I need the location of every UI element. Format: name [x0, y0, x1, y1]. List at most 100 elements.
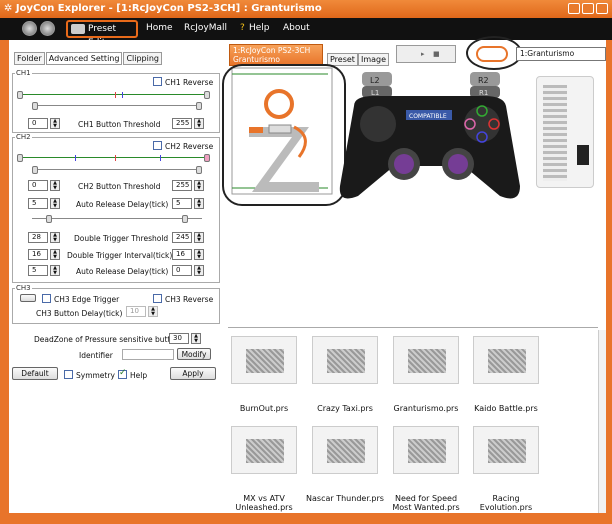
- right-frame: [606, 40, 612, 524]
- ch2-auto-release2-high-input[interactable]: 0: [172, 265, 192, 276]
- menu-about[interactable]: About: [283, 23, 310, 33]
- close-button[interactable]: [596, 3, 608, 14]
- preset-thumbnail[interactable]: [312, 426, 378, 474]
- modify-button[interactable]: Modify: [177, 348, 211, 360]
- preset-label[interactable]: BurnOut.prs: [224, 404, 304, 413]
- ch2-auto-release2-high-spin[interactable]: ▲ ▼: [194, 265, 204, 276]
- preset-image: [246, 349, 284, 373]
- menu-home[interactable]: Home: [146, 23, 173, 33]
- ch3-edge-checkbox[interactable]: [42, 294, 51, 303]
- ch2-knob-right[interactable]: [204, 154, 210, 162]
- ch2-double-trigger-knob-high[interactable]: [182, 215, 188, 223]
- preset-thumbnail[interactable]: [231, 426, 297, 474]
- ch2-reverse-checkbox[interactable]: [153, 141, 162, 150]
- preset-label[interactable]: Need for Speed Most Wanted.prs: [386, 494, 466, 512]
- default-button[interactable]: Default: [12, 367, 58, 380]
- preset-label[interactable]: Nascar Thunder.prs: [305, 494, 385, 503]
- ch2-auto-release-low-input[interactable]: 5: [28, 198, 48, 209]
- deadzone-spin[interactable]: ▲ ▼: [191, 333, 201, 344]
- maximize-button[interactable]: [582, 3, 594, 14]
- ch2-auto-release2-low-input[interactable]: 5: [28, 265, 48, 276]
- ch2-threshold-low-input[interactable]: 0: [28, 180, 48, 191]
- help-checkbox[interactable]: [118, 368, 127, 379]
- ch1-threshold-high-spin[interactable]: ▲ ▼: [194, 118, 204, 129]
- ch3-delay-spin[interactable]: ▲ ▼: [148, 306, 158, 317]
- ch2-interval-high-spin[interactable]: ▲ ▼: [194, 249, 204, 260]
- menu-rcjoymall[interactable]: RcJoyMall: [184, 23, 227, 33]
- preset-thumbnail[interactable]: [473, 336, 539, 384]
- apply-button[interactable]: Apply: [170, 367, 216, 380]
- ch2-auto-release-low-spin[interactable]: ▲ ▼: [50, 198, 60, 209]
- menu-help[interactable]: Help: [249, 23, 270, 33]
- ch1-threshold-high-input[interactable]: 255: [172, 118, 192, 129]
- preset-label[interactable]: Kaido Battle.prs: [466, 404, 546, 413]
- preset-combo[interactable]: 1:Granturismo: [516, 47, 606, 61]
- ch2-threshold-knob-high[interactable]: [196, 166, 202, 174]
- ch2-auto-release-high-spin[interactable]: ▲ ▼: [194, 198, 204, 209]
- receiver-board-image: [536, 76, 594, 188]
- tab-advanced-setting[interactable]: Advanced Setting: [45, 52, 123, 65]
- ch2-double-trigger-knob-low[interactable]: [46, 215, 52, 223]
- preset-image: [327, 349, 365, 373]
- play-icon[interactable]: ▸: [421, 50, 425, 58]
- stop-icon[interactable]: ■: [433, 50, 440, 58]
- tab-clipping[interactable]: Clipping: [123, 52, 162, 65]
- ch2-double-trigger-slider[interactable]: [32, 215, 202, 223]
- tab-image[interactable]: Image: [358, 53, 390, 66]
- back-icon[interactable]: [22, 21, 37, 36]
- ch1-range-slider[interactable]: [17, 91, 210, 99]
- ch3-delay-input[interactable]: 10: [126, 306, 146, 317]
- ch2-range-slider[interactable]: [17, 154, 210, 162]
- ch1-threshold-low-input[interactable]: 0: [28, 118, 48, 129]
- minimize-button[interactable]: [568, 3, 580, 14]
- preset-thumbnail[interactable]: [231, 336, 297, 384]
- preset-label[interactable]: Crazy Taxi.prs: [305, 404, 385, 413]
- ch2-knob-left[interactable]: [17, 154, 23, 162]
- symmetry-checkbox[interactable]: [64, 370, 73, 379]
- ch3-reverse-checkbox[interactable]: [153, 294, 162, 303]
- ch2-threshold-high-spin[interactable]: ▲ ▼: [194, 180, 204, 191]
- ch3-delay-label: CH3 Button Delay(tick): [36, 309, 123, 318]
- gallery-scrollbar[interactable]: [598, 330, 606, 513]
- ch1-threshold-knob-high[interactable]: [196, 102, 202, 110]
- ch2-auto-release-high-input[interactable]: 5: [172, 198, 192, 209]
- preset-label[interactable]: Granturismo.prs: [386, 404, 466, 413]
- dpad-icon: [360, 106, 396, 142]
- preset-thumbnail[interactable]: [393, 426, 459, 474]
- ch2-threshold-slider[interactable]: [32, 166, 202, 174]
- deadzone-input[interactable]: 30: [169, 333, 189, 344]
- ch2-double-trigger-high-spin[interactable]: ▲ ▼: [194, 232, 204, 243]
- ch1-threshold-knob-low[interactable]: [32, 102, 38, 110]
- preset-edit-button[interactable]: Preset Edit: [66, 20, 138, 48]
- preset-thumbnail[interactable]: [393, 336, 459, 384]
- preset-label[interactable]: MX vs ATV Unleashed.prs: [224, 494, 304, 512]
- ch2-interval-low-input[interactable]: 16: [28, 249, 48, 260]
- annotation-circle-link: [466, 36, 522, 70]
- preset-thumbnail[interactable]: [312, 336, 378, 384]
- ch2-auto-release-label: Auto Release Delay(tick): [76, 200, 169, 209]
- ch1-knob-left[interactable]: [17, 91, 23, 99]
- ch2-threshold-knob-low[interactable]: [32, 166, 38, 174]
- tab-folder[interactable]: Folder: [14, 52, 45, 65]
- preset-edit-icon: [71, 24, 85, 34]
- ch2-tick-mark2: [160, 155, 161, 161]
- ch2-double-trigger-high-input[interactable]: 245: [172, 232, 192, 243]
- ch2-double-trigger-low-input[interactable]: 28: [28, 232, 48, 243]
- preset-label[interactable]: Racing Evolution.prs: [466, 494, 546, 512]
- ch1-reverse-checkbox[interactable]: [153, 77, 162, 86]
- forward-icon[interactable]: [40, 21, 55, 36]
- app-icon: ✲: [4, 3, 16, 14]
- preset-thumbnail[interactable]: [473, 426, 539, 474]
- ch2-threshold-high-input[interactable]: 255: [172, 180, 192, 191]
- ch1-threshold-low-spin[interactable]: ▲ ▼: [50, 118, 60, 129]
- ch2-double-trigger-low-spin[interactable]: ▲ ▼: [50, 232, 60, 243]
- ch3-reverse-label: CH3 Reverse: [165, 295, 214, 304]
- ch2-auto-release2-low-spin[interactable]: ▲ ▼: [50, 265, 60, 276]
- ch2-threshold-low-spin[interactable]: ▲ ▼: [50, 180, 60, 191]
- preset-image: [246, 439, 284, 463]
- ch2-interval-low-spin[interactable]: ▲ ▼: [50, 249, 60, 260]
- ch1-knob-right[interactable]: [204, 91, 210, 99]
- ch1-threshold-slider[interactable]: [32, 102, 202, 110]
- ch2-interval-high-input[interactable]: 16: [172, 249, 192, 260]
- identifier-input[interactable]: [122, 349, 174, 360]
